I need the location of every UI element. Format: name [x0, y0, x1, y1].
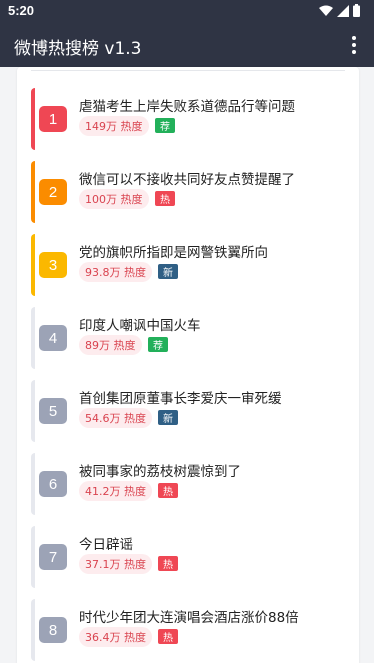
item-title[interactable]: 印度人嘲讽中国火车: [79, 314, 201, 334]
more-vert-icon[interactable]: [344, 34, 364, 56]
tag-badge: 新: [158, 410, 178, 425]
list-item[interactable]: 7 今日辟谣 37.1万 热度热: [31, 526, 345, 588]
tag-badge: 新: [158, 264, 178, 279]
item-title[interactable]: 首创集团原董事长李爱庆一审死缓: [79, 387, 282, 407]
item-title[interactable]: 被同事家的荔枝树震惊到了: [79, 460, 241, 480]
heat-count: 93.8万 热度: [79, 262, 152, 282]
status-time: 5:20: [8, 3, 35, 18]
item-title[interactable]: 微信可以不接收共同好友点赞提醒了: [79, 168, 295, 188]
tag-badge: 荐: [155, 118, 175, 133]
hot-search-list: 1 虐猫考生上岸失败系道德品行等问题 149万 热度荐 2 微信可以不接收共同好友点赞提…: [17, 67, 359, 663]
rank-badge: 2: [39, 179, 67, 205]
list-item[interactable]: 5 首创集团原董事长李爱庆一审死缓 54.6万 热度新: [31, 380, 345, 442]
heat-count: 100万 热度: [79, 189, 149, 209]
list-item[interactable]: 6 被同事家的荔枝树震惊到了 41.2万 热度热: [31, 453, 345, 515]
tag-badge: 荐: [148, 337, 168, 352]
heat-count: 41.2万 热度: [79, 481, 152, 501]
rank-accent-bar: [31, 380, 35, 442]
heat-count: 37.1万 热度: [79, 554, 152, 574]
app-bar: 微博热搜榜 v1.3: [0, 22, 374, 67]
rank-badge: 1: [39, 106, 67, 132]
list-item[interactable]: 1 虐猫考生上岸失败系道德品行等问题 149万 热度荐: [31, 88, 345, 150]
rank-badge: 7: [39, 544, 67, 570]
rank-accent-bar: [31, 599, 35, 661]
rank-badge: 5: [39, 398, 67, 424]
heat-count: 89万 热度: [79, 335, 142, 355]
rank-badge: 3: [39, 252, 67, 278]
list-item[interactable]: 3 党的旗帜所指即是网警铁翼所向 93.8万 热度新: [31, 234, 345, 296]
signal-icon: [337, 4, 349, 17]
rank-badge: 8: [39, 617, 67, 643]
list-item[interactable]: 8 时代少年团大连演唱会酒店涨价88倍 36.4万 热度热: [31, 599, 345, 661]
app-title: 微博热搜榜 v1.3: [14, 39, 142, 59]
item-title[interactable]: 虐猫考生上岸失败系道德品行等问题: [79, 95, 295, 115]
rank-badge: 4: [39, 325, 67, 351]
battery-icon: [353, 4, 360, 17]
item-title[interactable]: 党的旗帜所指即是网警铁翼所向: [79, 241, 268, 261]
rank-accent-bar: [31, 453, 35, 515]
rank-badge: 6: [39, 471, 67, 497]
item-title[interactable]: 时代少年团大连演唱会酒店涨价88倍: [79, 606, 299, 626]
wifi-icon: [319, 5, 333, 16]
tag-badge: 热: [155, 191, 175, 206]
rank-accent-bar: [31, 526, 35, 588]
status-icons: [319, 4, 360, 17]
rank-accent-bar: [31, 88, 35, 150]
tag-badge: 热: [158, 556, 178, 571]
list-divider: [31, 70, 345, 71]
status-bar: 5:20: [0, 0, 374, 22]
heat-count: 36.4万 热度: [79, 627, 152, 647]
rank-accent-bar: [31, 161, 35, 223]
tag-badge: 热: [158, 629, 178, 644]
list-item[interactable]: 4 印度人嘲讽中国火车 89万 热度荐: [31, 307, 345, 369]
item-title[interactable]: 今日辟谣: [79, 533, 133, 553]
list-item[interactable]: 2 微信可以不接收共同好友点赞提醒了 100万 热度热: [31, 161, 345, 223]
tag-badge: 热: [158, 483, 178, 498]
rank-accent-bar: [31, 234, 35, 296]
rank-accent-bar: [31, 307, 35, 369]
heat-count: 149万 热度: [79, 116, 149, 136]
heat-count: 54.6万 热度: [79, 408, 152, 428]
